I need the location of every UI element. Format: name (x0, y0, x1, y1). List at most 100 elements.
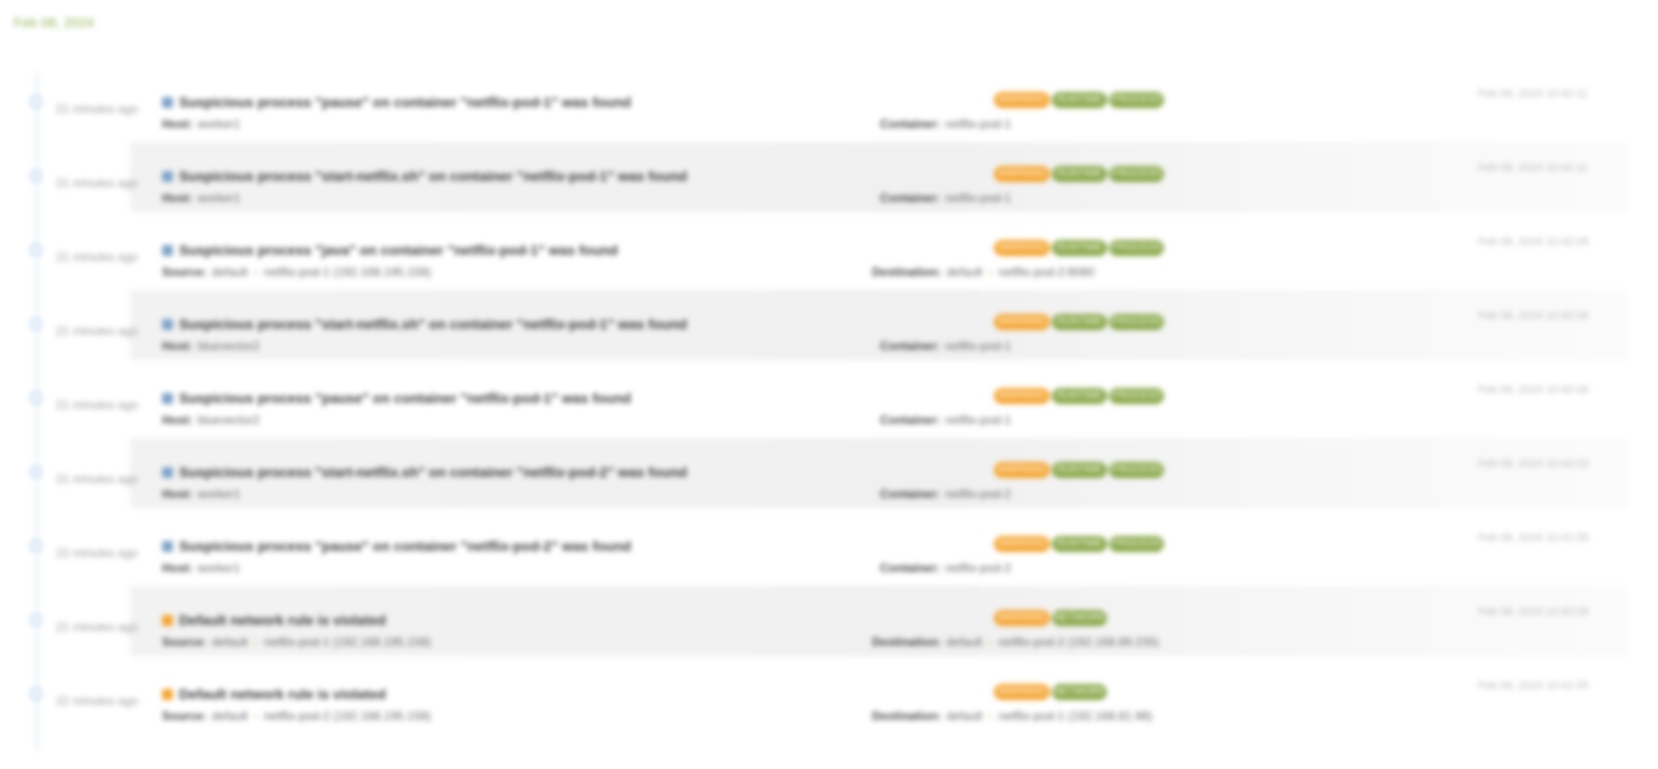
source-value: bluevector2 (197, 339, 260, 353)
timeline-dot-icon (30, 318, 42, 330)
tag-badge: PROCESS (1109, 314, 1164, 330)
destination-value: default (946, 265, 983, 279)
network-icon (162, 614, 173, 626)
event-destination: Container: netflix-pod-1 (880, 191, 1023, 205)
event-title-text[interactable]: Suspicious process "pause" on container … (179, 390, 631, 406)
source-label: Host: (162, 339, 193, 353)
tag-badge: PROCESS (1109, 536, 1164, 552)
tag-badge: RUNTIME (1052, 166, 1107, 182)
source-label: Source: (162, 265, 207, 279)
event-tags: WARNING NETWORK (994, 610, 1109, 626)
timeline-dot-icon (30, 392, 42, 404)
event-title-text[interactable]: Suspicious process "start-netflix.sh" on… (179, 316, 687, 332)
source-target: netflix-pod-2 (192.168.195.158) (263, 709, 432, 723)
destination-label: Destination: (872, 635, 942, 649)
tag-badge: WARNING (994, 462, 1050, 478)
event-destination: Container: netflix-pod-1 (880, 117, 1023, 131)
source-label: Host: (162, 413, 193, 427)
event-title-text[interactable]: Default network rule is violated (179, 686, 386, 702)
event-timestamp: Feb 08, 2024 10:42:11 (1478, 88, 1588, 100)
destination-value: netflix-pod-1 (945, 191, 1012, 205)
event-time-ago: 21 minutes ago (56, 620, 139, 634)
event-source: Host: worker1 (162, 191, 252, 205)
event-title[interactable]: Default network rule is violated (162, 686, 386, 702)
event-row[interactable]: 21 minutes ago Suspicious process "start… (0, 288, 1658, 362)
event-time-ago: 22 minutes ago (56, 546, 139, 560)
event-source: Source: default › netflix-pod-2 (192.168.19… (162, 709, 431, 723)
timeline-dot-icon (30, 540, 42, 552)
tag-badge: PROCESS (1109, 462, 1164, 478)
event-row[interactable]: 21 minutes ago Default network rule is v… (0, 584, 1658, 658)
event-tags: WARNING RUNTIME PROCESS (994, 388, 1166, 404)
process-icon (162, 244, 173, 256)
tag-badge: PROCESS (1109, 388, 1164, 404)
event-source: Host: worker1 (162, 487, 252, 501)
source-value: bluevector2 (197, 413, 260, 427)
event-title[interactable]: Suspicious process "pause" on container … (162, 538, 631, 554)
destination-label: Destination: (872, 709, 942, 723)
source-value: default (211, 635, 248, 649)
destination-value: default (946, 635, 983, 649)
destination-label: Container: (880, 413, 940, 427)
tag-badge: NETWORK (1052, 610, 1107, 626)
event-title[interactable]: Suspicious process "start-netflix.sh" on… (162, 168, 687, 184)
destination-value: netflix-pod-2 (945, 487, 1012, 501)
event-title-text[interactable]: Suspicious process "start-netflix.sh" on… (179, 168, 687, 184)
event-title-text[interactable]: Suspicious process "java" on container "… (179, 242, 618, 258)
destination-value: netflix-pod-2 (945, 561, 1012, 575)
event-row[interactable]: 22 minutes ago Suspicious process "pause… (0, 510, 1658, 584)
event-title[interactable]: Suspicious process "pause" on container … (162, 390, 631, 406)
event-row[interactable]: 21 minutes ago Suspicious process "start… (0, 140, 1658, 214)
arrow-right-icon: › (253, 709, 258, 723)
event-timestamp: Feb 08, 2024 10:41:55 (1478, 680, 1589, 692)
source-value: default (211, 265, 248, 279)
destination-label: Destination: (872, 265, 942, 279)
event-title[interactable]: Suspicious process "pause" on container … (162, 94, 631, 110)
arrow-right-icon: › (988, 265, 993, 279)
tag-badge: WARNING (994, 388, 1050, 404)
event-tags: WARNING RUNTIME PROCESS (994, 462, 1166, 478)
event-timestamp: Feb 08, 2024 10:42:11 (1478, 162, 1588, 174)
event-title[interactable]: Suspicious process "start-netflix.sh" on… (162, 464, 687, 480)
tag-badge: WARNING (994, 610, 1050, 626)
tag-badge: RUNTIME (1052, 240, 1107, 256)
tag-badge: WARNING (994, 166, 1050, 182)
destination-value: netflix-pod-1 (945, 339, 1012, 353)
event-row[interactable]: 21 minutes ago Suspicious process "start… (0, 436, 1658, 510)
event-destination: Destination: default › netflix-pod-1 (192.1… (872, 709, 1152, 723)
timeline-dot-icon (30, 688, 42, 700)
event-timestamp: Feb 08, 2024 10:42:09 (1478, 606, 1589, 618)
process-icon (162, 318, 173, 330)
arrow-right-icon: › (253, 635, 258, 649)
event-title[interactable]: Suspicious process "java" on container "… (162, 242, 618, 258)
event-time-ago: 21 minutes ago (56, 250, 139, 264)
source-label: Host: (162, 191, 193, 205)
destination-value: netflix-pod-1 (945, 413, 1012, 427)
event-list: 21 minutes ago Suspicious process "pause… (0, 66, 1658, 732)
event-source: Source: default › netflix-pod-1 (192.168.19… (162, 635, 431, 649)
destination-target: netflix-pod-2 (192.168.89.235) (998, 635, 1160, 649)
event-timestamp: Feb 08, 2024 10:42:06 (1478, 384, 1589, 396)
event-source: Host: worker1 (162, 561, 252, 575)
event-title[interactable]: Suspicious process "start-netflix.sh" on… (162, 316, 687, 332)
event-row[interactable]: 21 minutes ago Suspicious process "pause… (0, 362, 1658, 436)
timeline-dot-icon (30, 170, 42, 182)
source-label: Source: (162, 709, 207, 723)
event-title-text[interactable]: Suspicious process "start-netflix.sh" on… (179, 464, 687, 480)
event-title-text[interactable]: Suspicious process "pause" on container … (179, 94, 631, 110)
event-row[interactable]: 22 minutes ago Default network rule is v… (0, 658, 1658, 732)
event-title-text[interactable]: Default network rule is violated (179, 612, 386, 628)
tag-badge: WARNING (994, 92, 1050, 108)
destination-target: netflix-pod-1 (192.168.81.98) (998, 709, 1153, 723)
event-destination: Container: netflix-pod-1 (880, 339, 1023, 353)
event-tags: WARNING RUNTIME PROCESS (994, 92, 1166, 108)
event-row[interactable]: 21 minutes ago Suspicious process "java"… (0, 214, 1658, 288)
process-icon (162, 540, 173, 552)
event-row[interactable]: 21 minutes ago Suspicious process "pause… (0, 66, 1658, 140)
destination-value: default (946, 709, 983, 723)
destination-label: Container: (880, 117, 940, 131)
event-destination: Destination: default › netflix-pod-2 (192.1… (872, 635, 1159, 649)
process-icon (162, 392, 173, 404)
event-title-text[interactable]: Suspicious process "pause" on container … (179, 538, 631, 554)
event-title[interactable]: Default network rule is violated (162, 612, 386, 628)
